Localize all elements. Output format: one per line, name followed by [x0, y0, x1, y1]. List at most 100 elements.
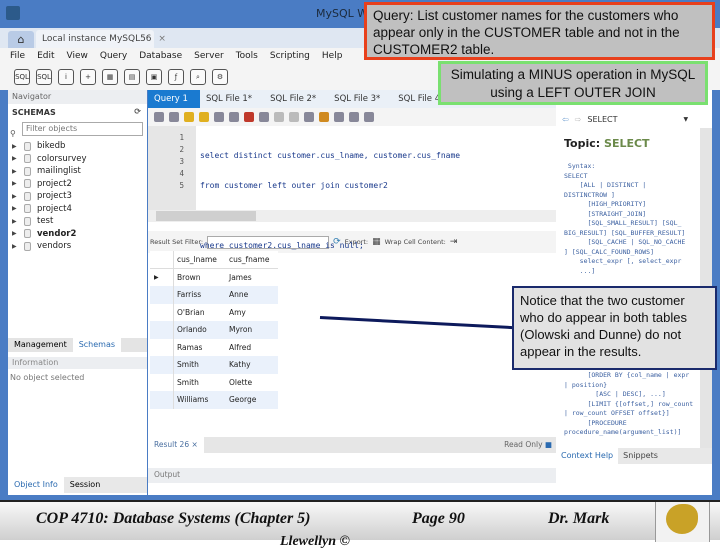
schema-item-bikedb[interactable]: ▶ bikedb	[12, 140, 147, 153]
table-cell[interactable]: Alfred	[226, 343, 278, 352]
expand-arrow-icon[interactable]: ▶	[12, 243, 20, 250]
table-row[interactable]: Farriss Anne	[150, 286, 278, 304]
schema-item-project2[interactable]: ▶ project2	[12, 178, 147, 191]
schema-item-vendors[interactable]: ▶ vendors	[12, 240, 147, 253]
table-row[interactable]: Smith Kathy	[150, 356, 278, 374]
expand-arrow-icon[interactable]: ▶	[12, 193, 20, 200]
tab-sql-file-3[interactable]: SQL File 3*	[328, 90, 392, 108]
table-cell[interactable]: Kathy	[226, 360, 278, 369]
menu-scripting[interactable]: Scripting	[270, 51, 310, 61]
execute-icon[interactable]	[184, 112, 194, 122]
menu-edit[interactable]: Edit	[37, 51, 54, 61]
menu-help[interactable]: Help	[322, 51, 343, 61]
toggle-error-icon[interactable]	[244, 112, 254, 122]
tab-session[interactable]: Session	[64, 477, 107, 493]
create-view-icon[interactable]: ▤	[124, 69, 140, 85]
reconnect-icon[interactable]: ⚙	[212, 69, 228, 85]
schema-item-mailinglist[interactable]: ▶ mailinglist	[12, 165, 147, 178]
create-table-icon[interactable]: ▦	[102, 69, 118, 85]
result-tab[interactable]: Result 26 ×	[148, 437, 204, 453]
table-cell[interactable]: Ramas	[174, 343, 226, 352]
filter-objects-input[interactable]: Filter objects	[22, 122, 143, 136]
expand-arrow-icon[interactable]: ▶	[12, 155, 20, 162]
table-cell[interactable]: George	[226, 395, 278, 404]
table-row[interactable]: ▶ Brown James	[150, 268, 278, 286]
menu-query[interactable]: Query	[100, 51, 127, 61]
menu-server[interactable]: Server	[194, 51, 224, 61]
menu-database[interactable]: Database	[139, 51, 182, 61]
menu-tools[interactable]: Tools	[236, 51, 258, 61]
tab-schemas[interactable]: Schemas	[72, 338, 122, 352]
tab-sql-file-1[interactable]: SQL File 1*	[200, 90, 264, 108]
expand-arrow-icon[interactable]: ▶	[12, 143, 20, 150]
expand-arrow-icon[interactable]: ▶	[12, 218, 20, 225]
save-icon[interactable]	[169, 112, 179, 122]
help-topic-dropdown[interactable]: SELECT	[587, 115, 617, 124]
wrap-lines-icon[interactable]	[364, 112, 374, 122]
close-icon[interactable]: ×	[158, 34, 166, 44]
expand-arrow-icon[interactable]: ▶	[12, 180, 20, 187]
scrollbar-thumb[interactable]	[156, 211, 256, 221]
expand-arrow-icon[interactable]: ▶	[12, 230, 20, 237]
result-grid[interactable]: cus_lname cus_fname ▶ Brown James Farriss Anne…	[150, 251, 278, 409]
table-cell[interactable]: Farriss	[174, 290, 226, 299]
table-cell[interactable]: Orlando	[174, 325, 226, 334]
menu-view[interactable]: View	[67, 51, 88, 61]
tab-snippets[interactable]: Snippets	[618, 448, 663, 464]
chevron-down-icon[interactable]: ▼	[684, 116, 689, 123]
editor-horizontal-scrollbar[interactable]	[148, 210, 556, 222]
table-cell[interactable]: O'Brian	[174, 308, 226, 317]
table-cell[interactable]: Anne	[226, 290, 278, 299]
invisible-chars-icon[interactable]	[349, 112, 359, 122]
tab-query-1[interactable]: Query 1	[148, 90, 200, 108]
table-row[interactable]: Williams George	[150, 391, 278, 409]
output-panel-header[interactable]: Output	[148, 468, 556, 483]
schema-item-project3[interactable]: ▶ project3	[12, 190, 147, 203]
table-cell[interactable]: Amy	[226, 308, 278, 317]
beautify-icon[interactable]	[319, 112, 329, 122]
forward-arrow-icon[interactable]: ⇨	[575, 115, 582, 124]
schema-item-vendor2[interactable]: ▶ vendor2	[12, 228, 147, 241]
close-icon[interactable]: ×	[192, 440, 198, 449]
search-table-data-icon[interactable]: ⌕	[190, 69, 206, 85]
table-cell[interactable]: Myron	[226, 325, 278, 334]
tab-management[interactable]: Management	[8, 338, 73, 352]
info-icon[interactable]: i	[58, 69, 74, 85]
tab-object-info[interactable]: Object Info	[8, 477, 64, 493]
autocommit-icon[interactable]	[304, 112, 314, 122]
schema-item-colorsurvey[interactable]: ▶ colorsurvey	[12, 153, 147, 166]
schema-item-project4[interactable]: ▶ project4	[12, 203, 147, 216]
expand-arrow-icon[interactable]: ▶	[12, 168, 20, 175]
table-row[interactable]: Orlando Myron	[150, 321, 278, 339]
table-row[interactable]: Ramas Alfred	[150, 338, 278, 356]
table-cell[interactable]: Smith	[174, 360, 226, 369]
stop-icon[interactable]	[229, 112, 239, 122]
sql-editor[interactable]: 1 2 3 4 5 select distinct customer.cus_l…	[148, 126, 556, 250]
table-cell[interactable]: Williams	[174, 395, 226, 404]
back-arrow-icon[interactable]: ⇦	[562, 115, 569, 124]
explain-icon[interactable]	[214, 112, 224, 122]
find-icon[interactable]	[334, 112, 344, 122]
rollback-icon[interactable]	[289, 112, 299, 122]
toggle-results-icon[interactable]	[259, 112, 269, 122]
column-header[interactable]: cus_fname	[226, 255, 278, 264]
menu-file[interactable]: File	[10, 51, 25, 61]
table-row[interactable]: Smith Olette	[150, 373, 278, 391]
execute-current-icon[interactable]	[199, 112, 209, 122]
connection-tab[interactable]: Local instance MySQL56 ×	[36, 30, 166, 48]
create-procedure-icon[interactable]: ▣	[146, 69, 162, 85]
create-schema-icon[interactable]: +	[80, 69, 96, 85]
table-cell[interactable]: Brown	[174, 273, 226, 282]
table-cell[interactable]: James	[226, 273, 278, 282]
commit-icon[interactable]	[274, 112, 284, 122]
create-function-icon[interactable]: ƒ	[168, 69, 184, 85]
expand-arrow-icon[interactable]: ▶	[12, 205, 20, 212]
column-header[interactable]: cus_lname	[174, 255, 226, 264]
tab-sql-file-2[interactable]: SQL File 2*	[264, 90, 328, 108]
new-sql-tab-icon[interactable]: SQL	[14, 69, 30, 85]
home-tab[interactable]: ⌂	[8, 31, 34, 48]
open-file-icon[interactable]	[154, 112, 164, 122]
table-cell[interactable]: Smith	[174, 378, 226, 387]
tab-context-help[interactable]: Context Help	[556, 448, 619, 464]
schema-item-test[interactable]: ▶ test	[12, 215, 147, 228]
